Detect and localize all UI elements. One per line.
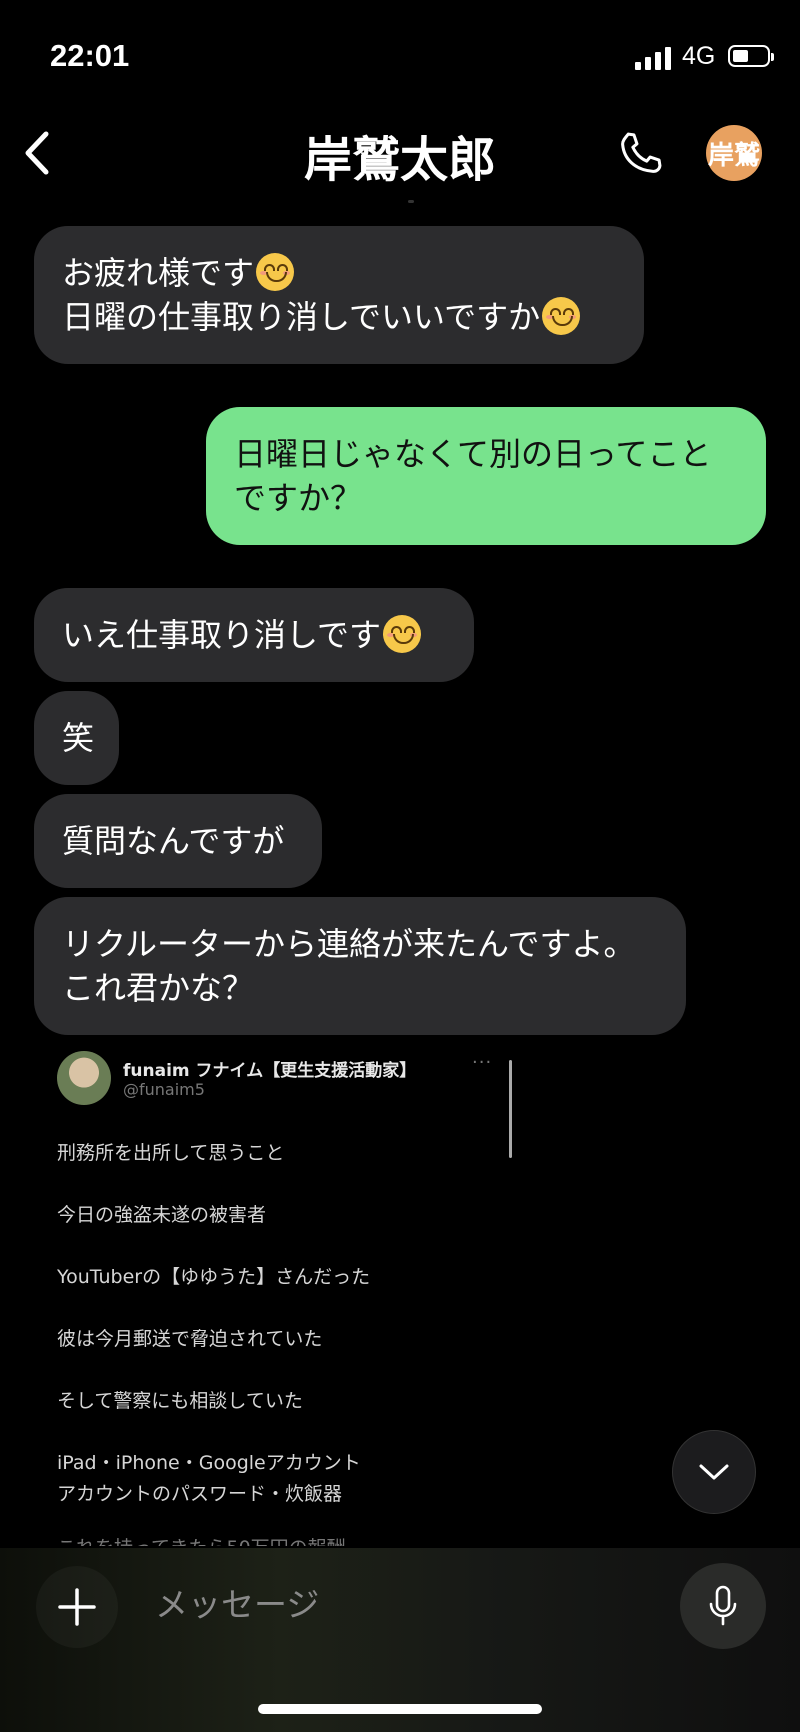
phone-icon [621, 132, 662, 173]
post-text-line: iPad・iPhone・Googleアカウント [57, 1452, 361, 1474]
message-text: 笑 [62, 719, 95, 757]
post-text-line: 今日の強盗未遂の被害者 [57, 1204, 267, 1226]
post-text-line: そして警察にも相談していた [57, 1390, 303, 1412]
header-indicator [408, 200, 414, 203]
post-author-handle: @funaim5 [123, 1080, 205, 1099]
message-bubble-outgoing[interactable]: 日曜日じゃなくて別の日ってこと ですか？ [206, 407, 766, 545]
plus-icon [58, 1588, 96, 1626]
message-text: リクルーターから連絡が来たんですよ。 [62, 925, 636, 963]
post-text-line: アカウントのパスワード・炊飯器 [57, 1483, 343, 1505]
message-bubble-incoming[interactable]: 笑 [34, 691, 119, 785]
post-text-line: YouTuberの【ゆゆうた】さんだった [57, 1266, 371, 1288]
post-scrollbar [509, 1060, 512, 1158]
message-text: いえ仕事取り消しです [62, 616, 382, 654]
message-bubble-incoming[interactable]: 質問なんですが [34, 794, 322, 888]
call-button[interactable] [614, 128, 666, 180]
scroll-to-bottom-button[interactable] [672, 1430, 756, 1514]
message-text: 質問なんですが [62, 822, 285, 860]
chat-title: 岸鷲太郎 [303, 132, 496, 188]
smiling-face-emoji-icon [256, 253, 295, 291]
post-text-line: 彼は今月郵送で脅迫されていた [57, 1328, 323, 1350]
message-text: 日曜日じゃなくて別の日ってこと [234, 435, 712, 473]
add-attachment-button[interactable] [36, 1566, 118, 1648]
message-text: お疲れ様です [62, 254, 255, 292]
signal-icon [635, 46, 671, 70]
microphone-icon [709, 1585, 737, 1626]
chevron-left-icon [25, 131, 49, 175]
back-button[interactable] [18, 128, 58, 178]
network-type: 4G [682, 42, 716, 70]
message-text: これ君かな？ [62, 969, 255, 1007]
microphone-button[interactable] [680, 1563, 766, 1649]
post-author-avatar [57, 1051, 111, 1105]
chevron-down-icon [699, 1464, 729, 1480]
post-text-line-cut: これを持ってきたら50万円の報酬 [57, 1533, 346, 1546]
message-bubble-incoming[interactable]: いえ仕事取り消しです [34, 588, 474, 682]
battery-icon [728, 45, 774, 67]
message-text: ですか？ [234, 479, 363, 517]
message-text: 日曜の仕事取り消しでいいですか [62, 298, 541, 336]
message-bubble-incoming[interactable]: リクルーターから連絡が来たんですよ。 これ君かな？ [34, 897, 686, 1035]
post-text-line: 刑務所を出所して思うこと [57, 1142, 285, 1164]
more-icon: ··· [472, 1052, 493, 1073]
home-indicator [258, 1704, 542, 1714]
smiling-face-emoji-icon [383, 615, 422, 653]
message-input[interactable] [135, 1574, 655, 1634]
post-author-name: funaim フナイム【更生支援活動家】 [123, 1061, 417, 1081]
smiling-face-emoji-icon [542, 297, 581, 335]
contact-avatar[interactable]: 岸鷲 [706, 125, 762, 181]
status-time: 22:01 [50, 38, 130, 73]
message-bubble-incoming[interactable]: お疲れ様です 日曜の仕事取り消しでいいですか [34, 226, 644, 364]
